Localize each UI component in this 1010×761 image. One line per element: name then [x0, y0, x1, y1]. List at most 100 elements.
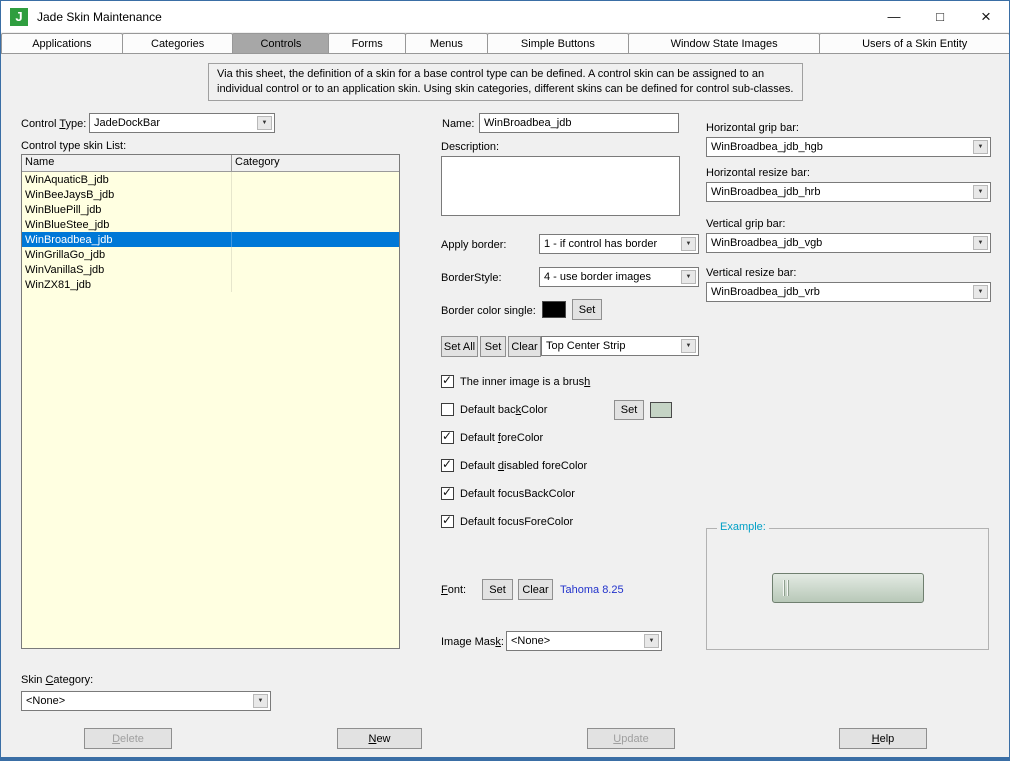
table-row[interactable]: WinBluePill_jdb: [22, 202, 399, 217]
horizontal-resize-bar-select[interactable]: WinBroadbea_jdb_hrb ▼: [706, 182, 991, 202]
app-icon: J: [10, 7, 28, 26]
image-mask-label: Image Mask:: [441, 636, 504, 648]
chevron-down-icon[interactable]: ▼: [973, 236, 988, 250]
strip-set-button[interactable]: Set: [480, 336, 506, 357]
minimize-icon[interactable]: —: [871, 1, 917, 32]
vertical-grip-bar-label: Vertical grip bar:: [706, 218, 786, 230]
grip-line-icon: [783, 580, 784, 596]
strip-select[interactable]: Top Center Strip ▼: [541, 336, 699, 356]
table-row[interactable]: WinVanillaS_jdb: [22, 262, 399, 277]
chevron-down-icon[interactable]: ▼: [681, 270, 696, 284]
tab-categories[interactable]: Categories: [121, 33, 234, 53]
checkbox-default-forecolor[interactable]: Default foreColor: [441, 429, 543, 444]
cell-name: WinBroadbea_jdb: [22, 232, 232, 247]
checkbox-default-backcolor[interactable]: Default backColor: [441, 403, 547, 416]
checkbox-box[interactable]: [441, 457, 454, 472]
skin-list-header: Name Category: [22, 155, 399, 172]
checkbox-default-focusforecolor[interactable]: Default focusForeColor: [441, 513, 574, 528]
example-dockbar-preview: [772, 573, 924, 603]
checkbox-box[interactable]: [441, 373, 454, 388]
cell-category: [232, 187, 238, 202]
horizontal-grip-bar-select[interactable]: WinBroadbea_jdb_hgb ▼: [706, 137, 991, 157]
apply-border-select[interactable]: 1 - if control has border ▼: [539, 234, 699, 254]
horizontal-resize-bar-value: WinBroadbea_jdb_hrb: [711, 186, 821, 198]
title-bar: J Jade Skin Maintenance — □ ×: [1, 1, 1009, 32]
strip-clear-button[interactable]: Clear: [508, 336, 541, 357]
cell-category: [232, 247, 238, 262]
table-row[interactable]: WinBeeJaysB_jdb: [22, 187, 399, 202]
tab-users-of-a-skin-entity[interactable]: Users of a Skin Entity: [819, 33, 1009, 53]
font-set-button[interactable]: Set: [482, 579, 513, 600]
table-row[interactable]: WinBlueStee_jdb: [22, 217, 399, 232]
table-row[interactable]: WinAquaticB_jdb: [22, 172, 399, 187]
tab-window-state-images[interactable]: Window State Images: [627, 33, 821, 53]
cell-name: WinGrillaGo_jdb: [22, 247, 232, 262]
border-style-value: 4 - use border images: [544, 271, 651, 283]
checkbox-default-focusbackcolor[interactable]: Default focusBackColor: [441, 485, 575, 500]
checkbox-inner-image-brush[interactable]: The inner image is a brush: [441, 373, 590, 388]
tab-menus[interactable]: Menus: [404, 33, 489, 53]
vertical-resize-bar-label: Vertical resize bar:: [706, 267, 797, 279]
delete-button[interactable]: Delete: [84, 728, 172, 749]
chevron-down-icon[interactable]: ▼: [681, 339, 696, 353]
checkbox-box[interactable]: [441, 485, 454, 500]
skin-category-label: Skin Category:: [21, 674, 94, 686]
apply-border-label: Apply border:: [441, 239, 507, 251]
horizontal-resize-bar-label: Horizontal resize bar:: [706, 167, 810, 179]
control-type-select[interactable]: JadeDockBar ▼: [89, 113, 275, 133]
tab-applications[interactable]: Applications: [1, 33, 123, 53]
chevron-down-icon[interactable]: ▼: [681, 237, 696, 251]
vertical-grip-bar-select[interactable]: WinBroadbea_jdb_vgb ▼: [706, 233, 991, 253]
help-button[interactable]: Help: [839, 728, 927, 749]
backcolor-set-button[interactable]: Set: [614, 400, 644, 420]
font-clear-button[interactable]: Clear: [518, 579, 553, 600]
cell-category: [232, 232, 238, 247]
cell-name: WinVanillaS_jdb: [22, 262, 232, 277]
font-value: Tahoma 8.25: [560, 584, 624, 596]
vertical-grip-bar-value: WinBroadbea_jdb_vgb: [711, 237, 823, 249]
description-textarea[interactable]: [441, 156, 680, 216]
name-input[interactable]: [479, 113, 679, 133]
checkbox-box[interactable]: [441, 403, 454, 416]
border-color-swatch: [542, 301, 566, 318]
checkbox-default-disabled-forecolor[interactable]: Default disabled foreColor: [441, 457, 587, 472]
chevron-down-icon[interactable]: ▼: [644, 634, 659, 648]
chevron-down-icon[interactable]: ▼: [973, 140, 988, 154]
backcolor-swatch: [650, 402, 672, 418]
vertical-resize-bar-select[interactable]: WinBroadbea_jdb_vrb ▼: [706, 282, 991, 302]
border-style-select[interactable]: 4 - use border images ▼: [539, 267, 699, 287]
table-row[interactable]: WinGrillaGo_jdb: [22, 247, 399, 262]
font-label: Font:: [441, 584, 467, 596]
table-row[interactable]: WinZX81_jdb: [22, 277, 399, 292]
window-title: Jade Skin Maintenance: [37, 9, 162, 24]
chevron-down-icon[interactable]: ▼: [973, 185, 988, 199]
jade-skin-maintenance-window: J Jade Skin Maintenance — □ × Applicatio…: [0, 0, 1010, 761]
skin-list-table[interactable]: Name Category WinAquaticB_jdb WinBeeJays…: [21, 154, 400, 649]
tab-controls[interactable]: Controls: [232, 33, 330, 53]
close-icon[interactable]: ×: [963, 1, 1009, 32]
checkbox-label: Default focusForeColor: [460, 515, 574, 528]
new-button[interactable]: New: [337, 728, 422, 749]
update-button[interactable]: Update: [587, 728, 675, 749]
cell-name: WinBeeJaysB_jdb: [22, 187, 232, 202]
tab-simple-buttons[interactable]: Simple Buttons: [487, 33, 629, 53]
border-color-set-button[interactable]: Set: [572, 299, 602, 320]
chevron-down-icon[interactable]: ▼: [257, 116, 272, 130]
vertical-resize-bar-value: WinBroadbea_jdb_vrb: [711, 286, 820, 298]
horizontal-grip-bar-value: WinBroadbea_jdb_hgb: [711, 141, 823, 153]
checkbox-box[interactable]: [441, 513, 454, 528]
cell-category: [232, 217, 238, 232]
maximize-icon[interactable]: □: [917, 1, 963, 32]
chevron-down-icon[interactable]: ▼: [973, 285, 988, 299]
horizontal-grip-bar-label: Horizontal grip bar:: [706, 122, 799, 134]
image-mask-select[interactable]: <None> ▼: [506, 631, 662, 651]
checkbox-box[interactable]: [441, 429, 454, 444]
strip-set-all-button[interactable]: Set All: [441, 336, 478, 357]
cell-category: [232, 172, 238, 187]
name-label: Name:: [442, 118, 475, 130]
tab-forms[interactable]: Forms: [328, 33, 406, 53]
skin-category-select[interactable]: <None> ▼: [21, 691, 271, 711]
chevron-down-icon[interactable]: ▼: [253, 694, 268, 708]
table-row[interactable]: WinBroadbea_jdb: [22, 232, 399, 247]
grip-line-icon: [787, 580, 788, 596]
